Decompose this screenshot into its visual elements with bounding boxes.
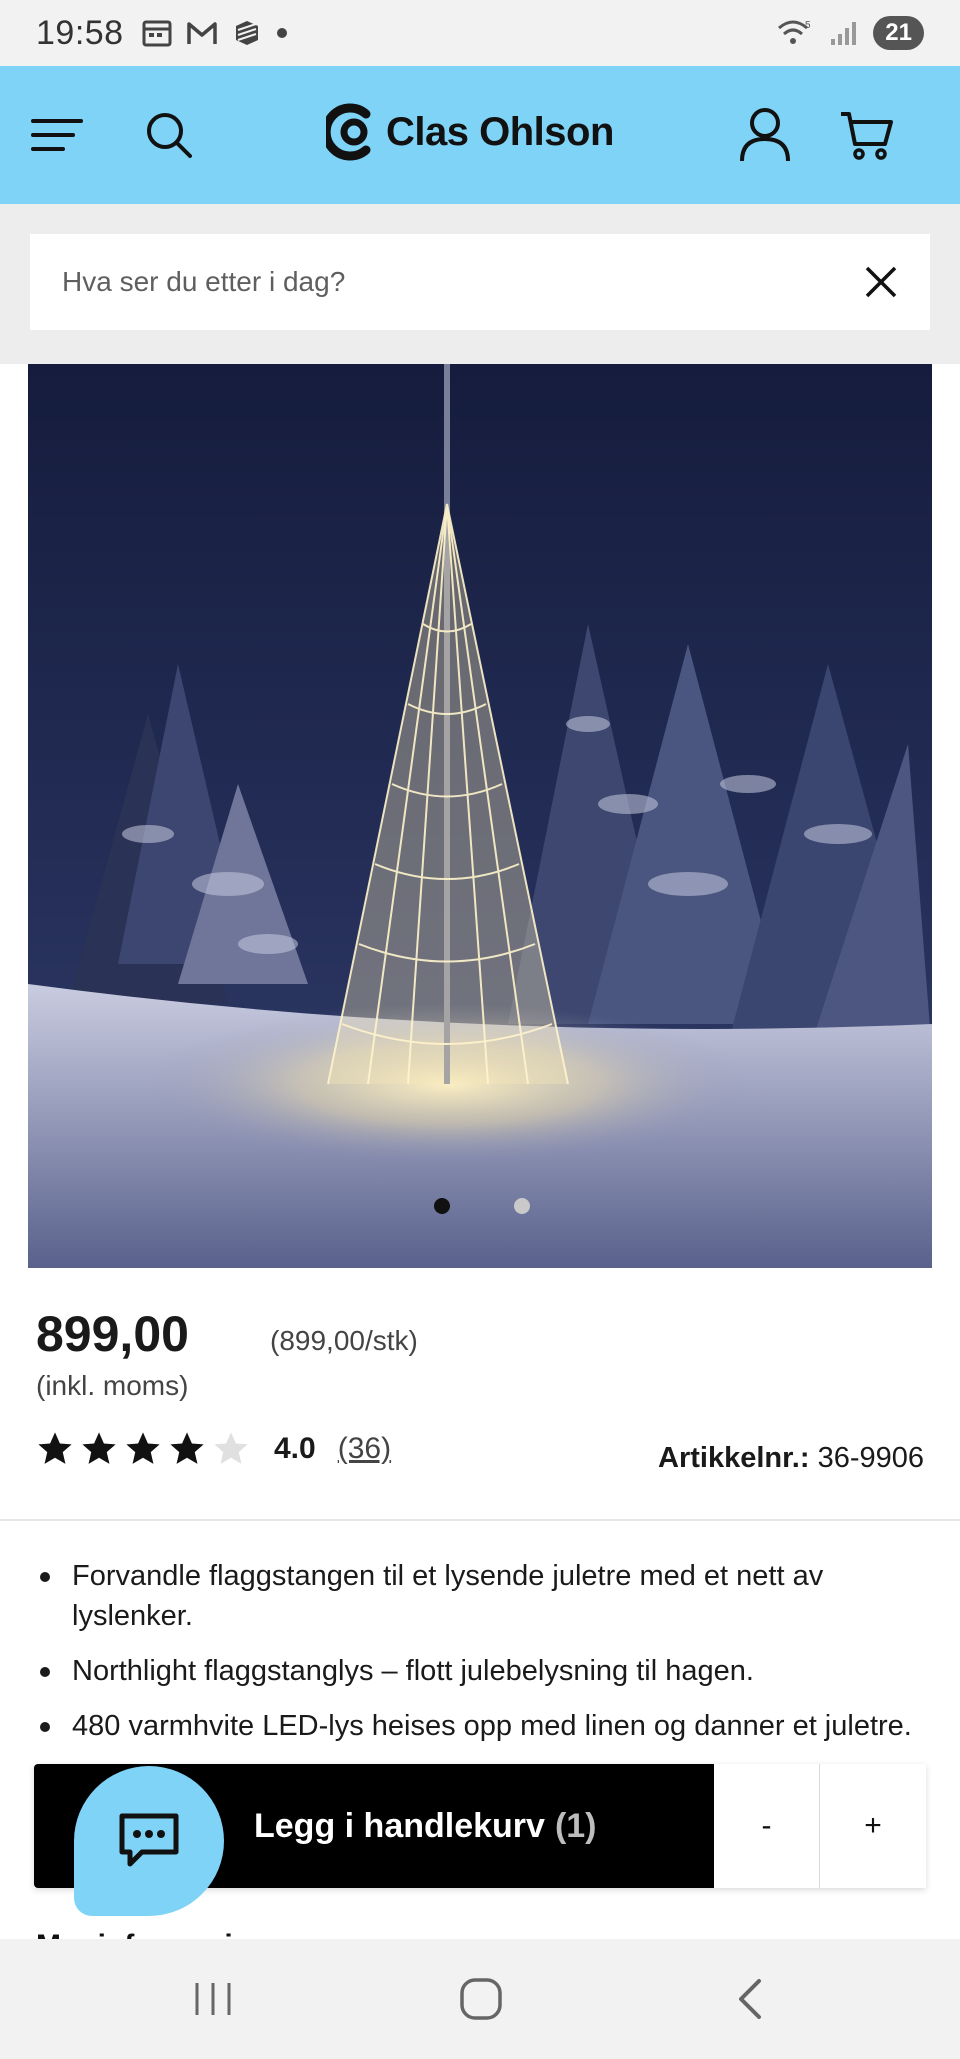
star-filled-icon: [170, 1432, 204, 1464]
reviews-link[interactable]: (36): [338, 1432, 391, 1466]
add-to-cart-label: Legg i handlekurv: [254, 1806, 545, 1845]
star-filled-icon: [126, 1432, 160, 1464]
brand-logo[interactable]: Clas Ohlson: [326, 100, 614, 164]
star-filled-icon: [38, 1432, 72, 1464]
recent-apps-icon: [195, 1983, 231, 2015]
brand-name: Clas Ohlson: [386, 109, 614, 154]
search-input[interactable]: [62, 266, 864, 298]
account-button[interactable]: [730, 100, 800, 170]
search-button[interactable]: [134, 100, 204, 170]
vat-note: (inkl. moms): [36, 1370, 189, 1401]
decrease-quantity-button[interactable]: -: [714, 1764, 820, 1888]
clas-ohlson-logo-icon: [326, 103, 371, 161]
back-button[interactable]: [716, 1969, 786, 2029]
list-item: Forvandle flaggstangen til et lysende ju…: [36, 1556, 916, 1636]
signal-icon: [831, 22, 857, 45]
list-item: Northlight flaggstanglys – flott julebel…: [36, 1651, 916, 1691]
unit-price: (899,00/stk): [270, 1325, 418, 1356]
article-number: Artikkelnr.: 36-9906: [658, 1442, 924, 1475]
user-icon: [740, 108, 790, 162]
gallery-dot-active[interactable]: [434, 1198, 450, 1214]
recent-apps-button[interactable]: [178, 1969, 248, 2029]
cart-button[interactable]: [832, 100, 902, 170]
search-box: [30, 234, 930, 330]
star-filled-icon: [82, 1432, 116, 1464]
calendar-icon: [142, 20, 172, 47]
app-icon: [235, 21, 258, 45]
price-block: 899,00: [36, 1305, 189, 1363]
cart-icon: [841, 112, 893, 160]
close-icon[interactable]: [864, 265, 898, 299]
star-empty-icon: [214, 1432, 248, 1464]
back-icon: [739, 1979, 761, 2019]
hamburger-icon: [31, 119, 83, 151]
list-item: 480 varmhvite LED-lys heises opp med lin…: [36, 1706, 916, 1746]
chat-button[interactable]: [74, 1766, 224, 1916]
gallery-dot[interactable]: [514, 1198, 530, 1214]
status-time: 19:58: [36, 13, 124, 52]
menu-button[interactable]: [22, 100, 92, 170]
divider: [0, 1519, 960, 1521]
product-highlights: Forvandle flaggstangen til et lysende ju…: [36, 1556, 916, 1761]
notification-icons: [142, 18, 288, 48]
product-price: 899,00: [36, 1306, 189, 1362]
wifi-icon: 5: [778, 20, 811, 44]
svg-text:5: 5: [805, 20, 811, 31]
search-icon: [147, 113, 192, 158]
gmail-icon: [186, 22, 217, 44]
article-value: 36-9906: [817, 1442, 924, 1474]
home-button[interactable]: [446, 1969, 516, 2029]
chat-icon: [119, 1813, 179, 1867]
cart-count: (1): [554, 1806, 597, 1845]
increase-quantity-button[interactable]: +: [820, 1764, 926, 1888]
rating-value: 4.0: [274, 1432, 316, 1465]
product-image[interactable]: [28, 364, 932, 1268]
article-label: Artikkelnr.:: [658, 1442, 810, 1474]
status-bar: 19:58 5 21: [0, 0, 960, 66]
app-header: Clas Ohlson: [0, 66, 960, 204]
dot-icon: [276, 28, 287, 38]
gallery-pagination: [0, 1198, 960, 1214]
flagpole-light-tree-image: [28, 364, 932, 1268]
search-area: [0, 204, 960, 364]
home-icon: [460, 1978, 502, 2020]
system-nav-bar: [0, 1939, 960, 2059]
rating[interactable]: 4.0 (36): [36, 1430, 391, 1468]
battery-indicator: 21: [873, 16, 924, 50]
more-info-heading: Mer informasjon: [36, 1926, 269, 1940]
system-status: 5 21: [775, 16, 924, 50]
